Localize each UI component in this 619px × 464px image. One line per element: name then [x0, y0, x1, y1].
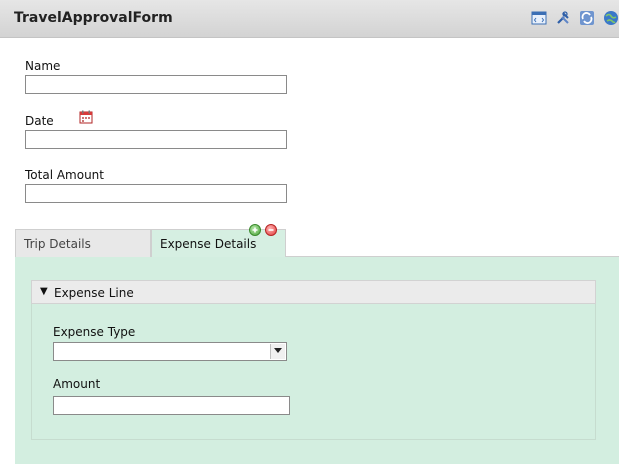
expense-type-select[interactable] [53, 342, 287, 361]
tab-trip-details-label: Trip Details [24, 237, 91, 251]
name-input[interactable] [25, 75, 287, 94]
name-label: Name [25, 59, 61, 73]
expense-line-title: Expense Line [54, 286, 134, 300]
remove-circle-icon [268, 229, 274, 231]
page-title: TravelApprovalForm [14, 10, 173, 26]
refresh-icon[interactable] [579, 10, 595, 26]
date-label: Date [25, 114, 54, 128]
amount-label: Amount [53, 377, 101, 391]
tab-expense-details-label: Expense Details [160, 237, 257, 251]
code-view-icon[interactable] [531, 10, 547, 26]
total-amount-label: Total Amount [25, 168, 104, 182]
dropdown-arrow-icon [270, 344, 285, 359]
remove-tab-button[interactable] [265, 224, 277, 236]
total-amount-input[interactable] [25, 184, 287, 203]
globe-icon[interactable] [603, 10, 619, 26]
toolbar-icons [531, 10, 619, 28]
expense-line-header[interactable]: ▼ Expense Line [31, 280, 596, 304]
tab-trip-details[interactable]: Trip Details [15, 229, 151, 257]
amount-input[interactable] [53, 396, 290, 415]
collapse-triangle-icon: ▼ [40, 286, 48, 297]
add-circle-icon [252, 227, 258, 233]
add-tab-button[interactable] [249, 224, 261, 236]
expense-type-label: Expense Type [53, 325, 136, 339]
calendar-icon[interactable] [79, 110, 93, 124]
date-input[interactable] [25, 130, 287, 149]
tools-icon[interactable] [555, 10, 571, 26]
title-bar: TravelApprovalForm [0, 0, 619, 38]
